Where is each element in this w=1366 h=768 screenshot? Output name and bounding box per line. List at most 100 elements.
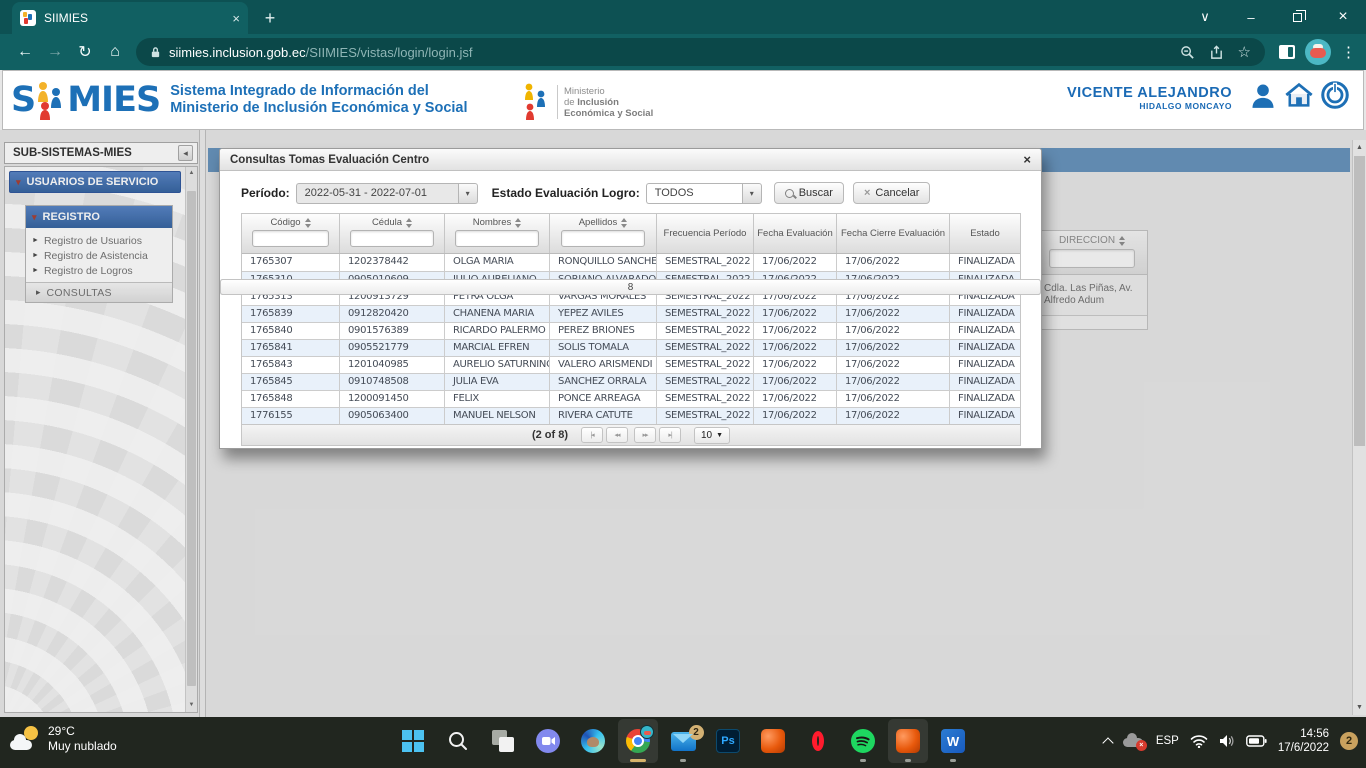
dropdown-caret-icon[interactable]: ▾: [458, 183, 478, 204]
chrome-button[interactable]: [618, 719, 658, 763]
sort-icon[interactable]: [305, 218, 311, 228]
column-filter-input[interactable]: [350, 230, 433, 247]
notification-badge[interactable]: 2: [1340, 732, 1358, 750]
zoom-out-icon[interactable]: [1180, 45, 1195, 60]
modal-close-icon[interactable]: ×: [1023, 152, 1031, 167]
opera-button[interactable]: [798, 719, 838, 763]
spotify-button[interactable]: [843, 719, 883, 763]
table-cell: AURELIO SATURNINO: [445, 357, 550, 373]
bookmark-star-icon[interactable]: ☆: [1238, 43, 1251, 61]
search-button[interactable]: [438, 719, 478, 763]
word-button[interactable]: W: [933, 719, 973, 763]
home-icon[interactable]: ⌂: [100, 43, 130, 61]
tray-expand-icon[interactable]: [1102, 737, 1113, 748]
table-row[interactable]: 17653071202378442OLGA MARIARONQUILLO SAN…: [242, 254, 1020, 271]
sort-up-icon: [406, 218, 412, 222]
office-button[interactable]: [753, 719, 793, 763]
column-filter-input[interactable]: [561, 230, 646, 247]
column-filter-input[interactable]: [455, 230, 538, 247]
browser-tab[interactable]: SIIMIES ×: [12, 2, 248, 34]
clock[interactable]: 14:56 17/6/2022: [1278, 727, 1329, 755]
column-header: Fecha Evaluación: [754, 214, 837, 253]
table-row[interactable]: 17658450910748508JULIA EVASANCHEZ ORRALA…: [242, 373, 1020, 390]
edge-button[interactable]: [573, 719, 613, 763]
periodo-value: 2022-05-31 - 2022-07-01: [296, 183, 458, 204]
last-page-button[interactable]: ▸|: [659, 427, 681, 443]
table-row[interactable]: 17658400901576389RICARDO PALERMOPEREZ BR…: [242, 322, 1020, 339]
table-row[interactable]: 17658390912820420CHANENA MARIAYEPEZ AVIL…: [242, 305, 1020, 322]
sort-up-icon: [515, 218, 521, 222]
user-icon[interactable]: [1249, 81, 1277, 114]
profile-avatar[interactable]: [1305, 39, 1331, 65]
screen: SIIMIES × + ∨ – × ← → ↻ ⌂ siimies.inclus…: [0, 0, 1366, 768]
column-header[interactable]: Código: [242, 214, 340, 253]
table-row[interactable]: 17658410905521779MARCIAL EFRENSOLIS TOMA…: [242, 339, 1020, 356]
column-label: Cédula: [372, 217, 412, 228]
battery-icon[interactable]: [1246, 735, 1267, 747]
home-nav-icon[interactable]: [1284, 81, 1314, 114]
back-icon[interactable]: ←: [10, 43, 40, 61]
minimize-button[interactable]: –: [1228, 0, 1274, 34]
sort-icon[interactable]: [621, 218, 627, 228]
volume-icon[interactable]: [1219, 734, 1235, 748]
table-row[interactable]: 17761550905063400MANUEL NELSONRIVERA CAT…: [242, 407, 1020, 424]
table-row[interactable]: 17658431201040985AURELIO SATURNINOVALERO…: [242, 356, 1020, 373]
column-header[interactable]: Apellidos: [550, 214, 657, 253]
office-active-button[interactable]: [888, 719, 928, 763]
taskbar-icons: 2 Ps W: [393, 717, 973, 765]
modal-titlebar[interactable]: Consultas Tomas Evaluación Centro ×: [220, 149, 1041, 171]
sort-icon[interactable]: [515, 218, 521, 228]
table-cell: 0905063400: [340, 408, 445, 424]
sort-down-icon: [621, 224, 627, 228]
task-view-icon: [492, 730, 514, 752]
table-cell: PONCE ARREAGA: [550, 391, 657, 407]
weather-widget[interactable]: 29°C Muy nublado: [10, 724, 117, 754]
buscar-button[interactable]: Buscar: [774, 182, 844, 204]
tab-close-icon[interactable]: ×: [232, 11, 240, 26]
window-controls: ∨ – ×: [1182, 0, 1366, 34]
column-label: Fecha Evaluación: [757, 228, 833, 239]
estado-select[interactable]: TODOS ▾: [646, 183, 762, 204]
table-cell: CHANENA MARIA: [445, 306, 550, 322]
photoshop-button[interactable]: Ps: [708, 719, 748, 763]
first-page-button[interactable]: |◂: [581, 427, 603, 443]
table-cell: PEREZ BRIONES: [550, 323, 657, 339]
system-tray: × ESP 14:56 17/6/2022 2: [1104, 717, 1358, 765]
table-cell: SOLIS TOMALA: [550, 340, 657, 356]
column-label-text: Cédula: [372, 217, 402, 228]
dropdown-caret-icon[interactable]: ▾: [742, 183, 762, 204]
side-panel-icon[interactable]: [1279, 45, 1295, 59]
cancelar-button[interactable]: × Cancelar: [853, 182, 930, 204]
page-size-select[interactable]: 10 ▼: [694, 427, 730, 444]
new-tab-button[interactable]: +: [256, 4, 284, 32]
column-filter-input[interactable]: [252, 230, 330, 247]
photoshop-icon: Ps: [716, 729, 740, 753]
column-header[interactable]: Nombres: [445, 214, 550, 253]
address-bar[interactable]: siimies.inclusion.gob.ec /SIIMIES/vistas…: [136, 38, 1265, 66]
table-row[interactable]: 17658481200091450FELIXPONCE ARREAGASEMES…: [242, 390, 1020, 407]
table-cell: 0901576389: [340, 323, 445, 339]
share-icon[interactable]: [1209, 45, 1224, 60]
forward-icon[interactable]: →: [40, 43, 70, 61]
sort-icon[interactable]: [406, 218, 412, 228]
start-button[interactable]: [393, 719, 433, 763]
open-app-indicator: [950, 759, 956, 762]
task-view-button[interactable]: [483, 719, 523, 763]
restore-button[interactable]: [1274, 0, 1320, 34]
periodo-select[interactable]: 2022-05-31 - 2022-07-01 ▾: [296, 183, 478, 204]
language-indicator[interactable]: ESP: [1156, 735, 1179, 747]
ministry-logo: Ministerio de Inclusión Económica y Soci…: [521, 83, 653, 121]
reload-icon[interactable]: ↻: [70, 42, 100, 62]
logout-power-icon[interactable]: [1321, 81, 1349, 114]
chat-button[interactable]: [528, 719, 568, 763]
next-page-button[interactable]: ▸▸: [634, 427, 656, 443]
page-button-8[interactable]: 8: [220, 279, 1041, 295]
close-button[interactable]: ×: [1320, 0, 1366, 34]
column-header[interactable]: Cédula: [340, 214, 445, 253]
wifi-icon[interactable]: [1190, 734, 1208, 748]
tab-search-icon[interactable]: ∨: [1182, 0, 1228, 34]
prev-page-button[interactable]: ◂◂: [606, 427, 628, 443]
mail-button[interactable]: 2: [663, 719, 703, 763]
onedrive-icon[interactable]: ×: [1123, 733, 1145, 749]
browser-menu-icon[interactable]: ⋮: [1341, 43, 1356, 61]
